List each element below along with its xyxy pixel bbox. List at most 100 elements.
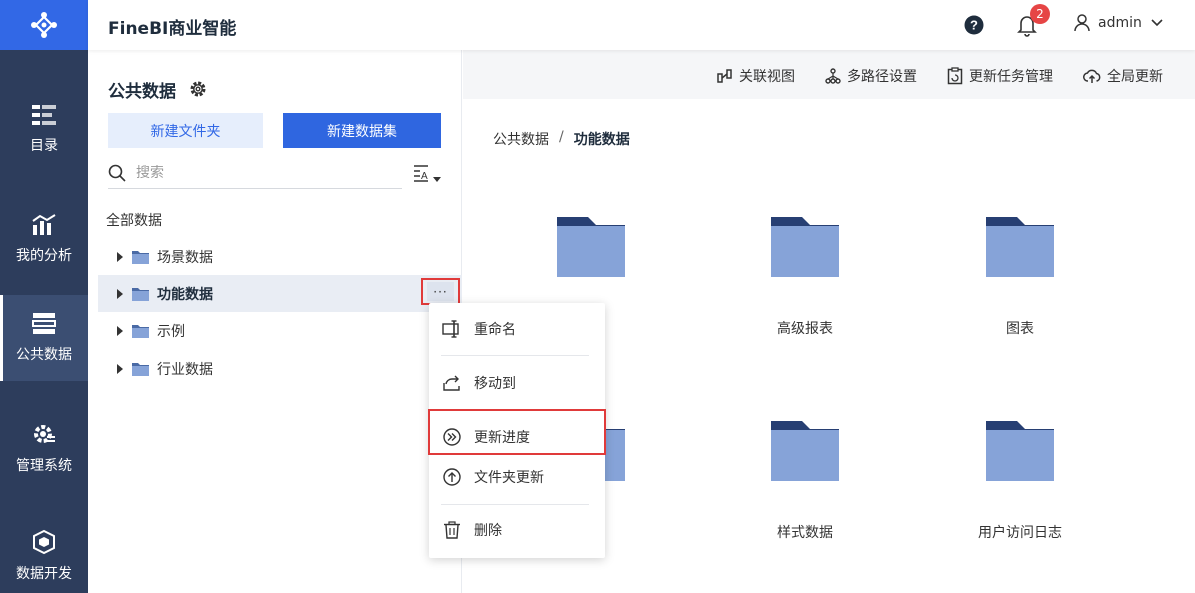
toolbar-label: 多路径设置 (847, 69, 917, 85)
rail-item-public-data[interactable]: 公共数据 (0, 295, 88, 381)
multipath-settings-button[interactable]: 多路径设置 (825, 66, 917, 86)
folder-icon (132, 287, 149, 301)
catalog-icon (32, 105, 56, 125)
panel-title: 公共数据 (108, 82, 176, 102)
management-icon (34, 425, 55, 443)
menu-item-label: 文件夹更新 (474, 470, 544, 486)
cloud-update-icon (1083, 69, 1101, 83)
folder-card[interactable]: 用户访问日志 (960, 420, 1080, 542)
top-header: FineBI商业智能 ? 2 admin (88, 0, 1195, 50)
more-options-button[interactable]: ··· (421, 278, 460, 305)
menu-divider (441, 504, 589, 505)
finebi-logo-icon (31, 12, 57, 38)
folder-icon (771, 217, 839, 277)
folder-icon (132, 362, 149, 376)
sort-icon[interactable]: A (412, 163, 446, 185)
toolbar-label: 关联视图 (739, 69, 795, 85)
task-manage-icon (947, 67, 963, 85)
rail-item-label: 目录 (30, 138, 58, 154)
toolbar-label: 全局更新 (1107, 69, 1163, 85)
menu-item-rename[interactable]: 重命名 (429, 309, 605, 349)
expand-caret-icon[interactable] (117, 288, 123, 299)
svg-text:A: A (421, 171, 428, 182)
relation-view-icon (717, 69, 732, 83)
tree-item-examples[interactable]: 示例 (98, 312, 462, 349)
delete-icon (444, 521, 460, 539)
update-task-management-button[interactable]: 更新任务管理 (947, 66, 1053, 86)
folder-name: 高级报表 (777, 321, 833, 337)
user-name: admin (1098, 15, 1142, 31)
menu-item-delete[interactable]: 删除 (429, 510, 605, 550)
chevron-down-icon (1151, 19, 1163, 27)
user-menu[interactable]: admin (1074, 14, 1164, 32)
expand-caret-icon[interactable] (117, 251, 123, 262)
public-data-icon (32, 313, 56, 334)
menu-item-label: 重命名 (474, 322, 516, 338)
svg-text:?: ? (970, 18, 978, 33)
folder-update-icon (443, 468, 461, 486)
tree-root-label: 全部数据 (106, 213, 162, 229)
menu-divider (441, 355, 589, 356)
relation-view-button[interactable]: 关联视图 (717, 66, 795, 86)
user-icon (1074, 14, 1090, 32)
search-box (108, 158, 402, 189)
folder-card[interactable]: 样式数据 (745, 420, 865, 542)
folder-icon (557, 217, 625, 277)
folder-icon (986, 421, 1054, 481)
help-icon[interactable]: ? (964, 15, 984, 35)
folder-name: 样式数据 (777, 525, 833, 541)
tree-item-industry-data[interactable]: 行业数据 (98, 350, 462, 387)
expand-caret-icon[interactable] (117, 325, 123, 336)
folder-card[interactable]: 高级报表 (745, 216, 865, 338)
multipath-icon (825, 68, 841, 84)
rename-icon (442, 320, 459, 338)
tree-item-scene-data[interactable]: 场景数据 (98, 238, 462, 275)
breadcrumb-separator: / (559, 129, 564, 145)
content-toolbar: 关联视图 多路径设置 更新任务管理 全局更新 (463, 50, 1195, 99)
rail-item-label: 管理系统 (16, 458, 72, 474)
folder-icon (132, 250, 149, 264)
search-input[interactable] (136, 165, 376, 181)
data-tree-panel: 公共数据 新建文件夹 新建数据集 A 全部数据 (88, 50, 462, 593)
logo[interactable] (0, 0, 88, 50)
notification-badge: 2 (1030, 4, 1050, 24)
search-icon (108, 164, 126, 182)
tree-item-feature-data[interactable]: 功能数据 (98, 275, 462, 312)
context-menu: 重命名 移动到 更新进度 文件夹更新 删除 (428, 303, 606, 558)
tree-item-label: 示例 (157, 323, 185, 340)
data-dev-icon (33, 529, 55, 555)
gear-icon[interactable] (189, 80, 207, 98)
app: 目录 我的分析 公共数据 管理系统 数据开发 FineBI商业智能 ? 2 ad… (0, 0, 1195, 593)
tree-item-label: 行业数据 (157, 361, 213, 378)
expand-caret-icon[interactable] (117, 363, 123, 374)
new-folder-button[interactable]: 新建文件夹 (108, 113, 263, 148)
menu-item-move-to[interactable]: 移动到 (429, 363, 605, 403)
folder-icon (986, 217, 1054, 277)
folder-icon (771, 421, 839, 481)
toolbar-label: 更新任务管理 (969, 69, 1053, 85)
tree-item-label: 功能数据 (157, 286, 213, 303)
rail-item-management[interactable]: 管理系统 (0, 405, 88, 491)
rail-item-my-analysis[interactable]: 我的分析 (0, 196, 88, 282)
left-rail: 目录 我的分析 公共数据 管理系统 数据开发 (0, 0, 88, 593)
breadcrumb-root[interactable]: 公共数据 (493, 129, 549, 149)
analysis-icon (32, 214, 56, 235)
rail-item-catalog[interactable]: 目录 (0, 86, 88, 172)
folder-card[interactable]: 图表 (960, 216, 1080, 338)
rail-item-label: 公共数据 (16, 347, 72, 363)
menu-item-label: 移动到 (474, 376, 516, 392)
move-icon (443, 375, 460, 391)
menu-item-label: 删除 (474, 523, 502, 539)
more-options-label: ··· (427, 282, 454, 301)
new-dataset-button[interactable]: 新建数据集 (283, 113, 441, 148)
rail-item-data-dev[interactable]: 数据开发 (0, 513, 88, 593)
folder-name: 用户访问日志 (978, 525, 1062, 541)
breadcrumb: 公共数据 / 功能数据 (493, 129, 630, 149)
global-update-button[interactable]: 全局更新 (1083, 66, 1163, 86)
folder-name: 图表 (1006, 321, 1034, 337)
rail-item-label: 数据开发 (16, 566, 72, 582)
rail-item-label: 我的分析 (16, 248, 72, 264)
menu-item-folder-update[interactable]: 文件夹更新 (429, 457, 605, 497)
breadcrumb-current: 功能数据 (573, 132, 630, 148)
app-title: FineBI商业智能 (108, 19, 237, 39)
